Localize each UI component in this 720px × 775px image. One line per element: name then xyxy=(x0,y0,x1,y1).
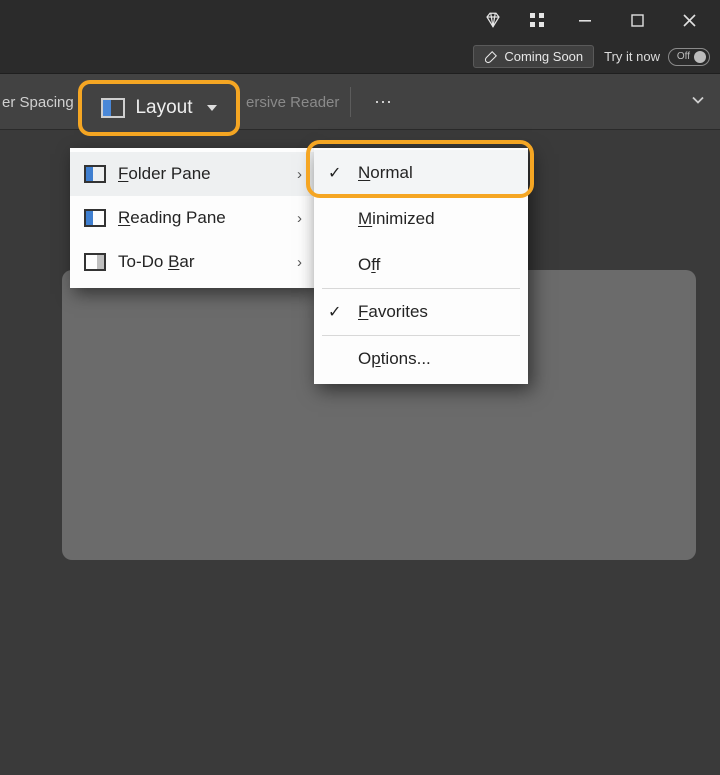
coming-soon-button[interactable]: Coming Soon xyxy=(473,45,594,68)
toggle-knob xyxy=(694,51,706,63)
ribbon-collapse-chevron-icon[interactable] xyxy=(690,91,706,112)
submenu-label: Options... xyxy=(358,349,431,369)
coming-soon-bar: Coming Soon Try it now Off xyxy=(0,40,720,74)
chevron-right-icon: › xyxy=(297,254,302,271)
layout-dropdown-button[interactable]: Layout xyxy=(101,97,216,119)
submenu-label: Off xyxy=(358,255,380,275)
submenu-item-favorites[interactable]: ✓ Favorites xyxy=(314,289,528,335)
coming-soon-label: Coming Soon xyxy=(504,49,583,64)
reader-label: ersive Reader xyxy=(246,94,339,111)
try-it-now: Try it now Off xyxy=(604,48,710,66)
menu-item-todo-bar[interactable]: To-Do Bar › xyxy=(70,240,314,284)
check-icon: ✓ xyxy=(328,302,341,322)
try-it-toggle[interactable]: Off xyxy=(668,48,710,66)
menu-item-folder-pane[interactable]: Folder Pane › xyxy=(70,152,314,196)
ribbon-item-immersive-reader-truncated[interactable]: ersive Reader xyxy=(246,74,339,130)
folder-pane-submenu: ✓ Normal Minimized Off ✓ Favorites Optio… xyxy=(314,148,528,384)
spacing-label: er Spacing xyxy=(2,94,74,111)
todo-bar-icon xyxy=(84,253,106,271)
window-close-button[interactable] xyxy=(666,1,712,39)
folder-pane-icon xyxy=(84,165,106,183)
apps-grid-icon[interactable] xyxy=(518,1,556,39)
menu-label: Folder Pane xyxy=(118,164,211,184)
submenu-label: Favorites xyxy=(358,302,428,322)
menu-item-reading-pane[interactable]: Reading Pane › xyxy=(70,196,314,240)
window-maximize-button[interactable] xyxy=(614,1,660,39)
submenu-item-minimized[interactable]: Minimized xyxy=(314,196,528,242)
window-minimize-button[interactable] xyxy=(562,1,608,39)
ribbon-item-spacing-truncated[interactable]: er Spacing xyxy=(0,74,80,130)
brush-icon xyxy=(484,50,498,64)
more-dots-icon: ⋯ xyxy=(374,92,392,113)
submenu-label: Minimized xyxy=(358,209,435,229)
menu-label: Reading Pane xyxy=(118,208,226,228)
chevron-down-icon xyxy=(207,105,217,111)
toggle-state-label: Off xyxy=(677,51,690,62)
title-bar xyxy=(0,0,720,40)
check-icon: ✓ xyxy=(328,163,341,183)
submenu-item-options[interactable]: Options... xyxy=(314,336,528,382)
submenu-item-off[interactable]: Off xyxy=(314,242,528,288)
layout-menu: Folder Pane › Reading Pane › To-Do Bar › xyxy=(70,148,314,288)
layout-label: Layout xyxy=(135,97,192,119)
ribbon-more-button[interactable]: ⋯ xyxy=(360,74,406,130)
layout-button-highlight: Layout xyxy=(78,80,240,136)
layout-icon xyxy=(101,98,125,118)
submenu-label: Normal xyxy=(358,163,413,183)
try-it-label: Try it now xyxy=(604,49,660,64)
chevron-right-icon: › xyxy=(297,210,302,227)
ribbon-separator xyxy=(350,87,351,117)
chevron-right-icon: › xyxy=(297,166,302,183)
menu-label: To-Do Bar xyxy=(118,252,195,272)
premium-diamond-icon[interactable] xyxy=(474,1,512,39)
reading-pane-icon xyxy=(84,209,106,227)
submenu-item-normal[interactable]: ✓ Normal xyxy=(314,150,528,196)
